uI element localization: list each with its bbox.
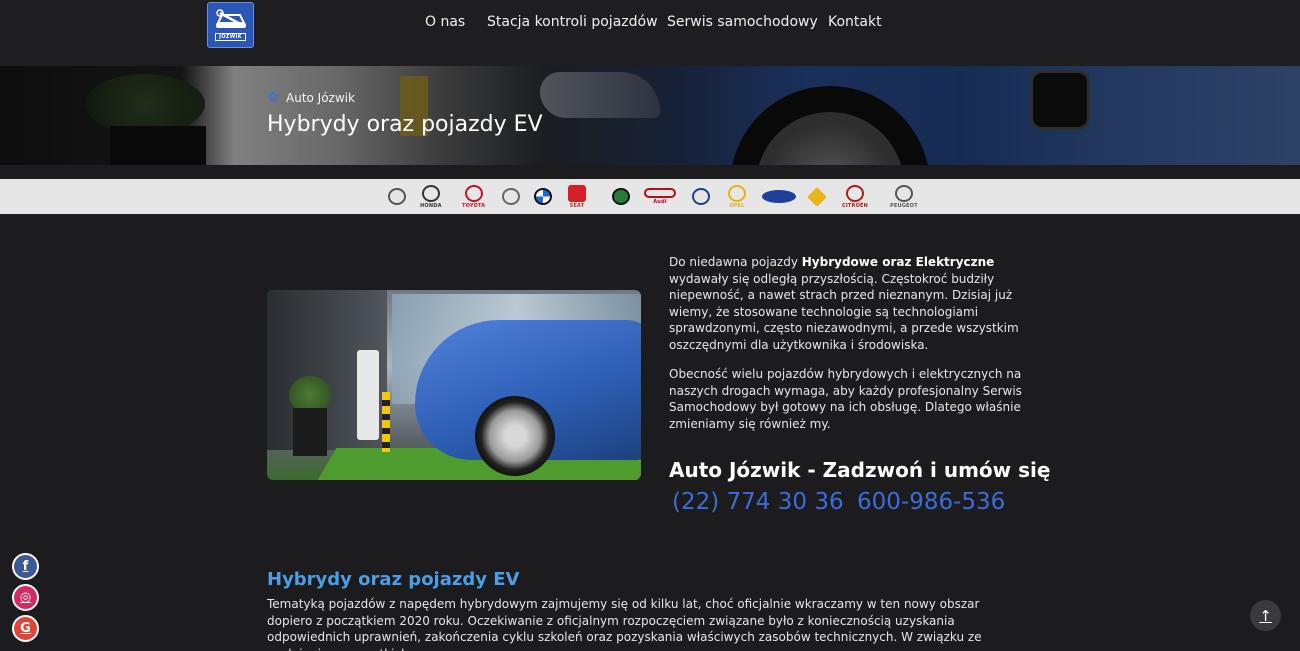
brand-logo-audi: Audi	[644, 184, 676, 209]
photo-bollard	[382, 392, 390, 452]
electric-car-charging-photo	[267, 290, 641, 480]
top-navigation-bar: JÓZWIK O nas Stacja kontroli pojazdów Se…	[0, 0, 1300, 66]
scroll-to-top-button[interactable]: ↑	[1250, 600, 1281, 631]
hero-overlay	[0, 66, 1300, 165]
brand-label: PEUGEOT	[890, 202, 918, 209]
instagram-glyph: ◎	[19, 590, 32, 605]
gear-icon: ✿	[268, 90, 279, 105]
nav-link-stacja-kontroli[interactable]: Stacja kontroli pojazdów	[487, 14, 658, 30]
brand-citroen-icon	[846, 184, 865, 202]
brand-label: TOYOTA	[462, 202, 486, 209]
intro-p1-bold: Hybrydowe oraz Elektryczne	[801, 255, 995, 269]
section-body-text: Tematyką pojazdów z napędem hybrydowym z…	[267, 597, 982, 651]
brand-mazda-icon	[388, 188, 406, 205]
phone-link-landline[interactable]: (22) 774 30 36	[672, 489, 844, 515]
brand-logo-honda: HONDA	[420, 184, 442, 209]
intro-p1-end: wydawały się odległą przyszłością. Częst…	[669, 271, 1019, 352]
brand-logo-seat: SEAT	[568, 184, 586, 209]
brand-opel-icon	[728, 184, 746, 202]
intro-p1-start: Do niedawna pojazdy	[669, 255, 802, 269]
brand-label: OPEL	[729, 202, 745, 209]
brand-logo-strip: HONDA TOYOTA SEAT Audi OPEL CITROËN PEUGEOT	[0, 179, 1300, 214]
section-title: Hybrydy oraz pojazdy EV	[267, 569, 520, 590]
brand-logo-citroen: CITROËN	[842, 184, 868, 209]
phone-link-mobile[interactable]: 600-986-536	[857, 489, 1005, 515]
brand-logo-skoda	[612, 184, 630, 209]
brand-renault-icon	[807, 186, 827, 207]
google-glyph: G	[20, 621, 31, 636]
brand-bmw-icon	[534, 188, 552, 205]
intro-paragraph-2: Obecność wielu pojazdów hybrydowych i el…	[669, 367, 1022, 431]
facebook-glyph: f	[22, 559, 29, 574]
facebook-icon[interactable]: f	[12, 553, 39, 580]
brand-volkswagen-icon	[692, 188, 710, 205]
photo-charging-station	[357, 350, 379, 440]
main-menu: O nas Stacja kontroli pojazdów Serwis sa…	[0, 14, 1300, 34]
nav-link-kontakt[interactable]: Kontakt	[828, 14, 882, 30]
brand-logo-ford	[762, 184, 796, 209]
breadcrumb-home[interactable]: Auto Józwik	[286, 91, 355, 105]
instagram-icon[interactable]: ◎	[12, 584, 39, 611]
breadcrumb: ✿ Auto Józwik	[268, 91, 355, 105]
brand-toyota-icon	[464, 184, 483, 202]
brand-logo-mercedes	[502, 184, 520, 209]
google-icon[interactable]: G	[12, 615, 39, 642]
logo-text: JÓZWIK	[215, 33, 246, 41]
brand-ford-icon	[762, 190, 796, 203]
brand-honda-icon	[421, 184, 440, 202]
brand-mercedes-icon	[502, 188, 520, 205]
brand-logo-renault	[807, 184, 827, 209]
arrow-up-icon: ↑	[1259, 606, 1272, 625]
brand-logo-opel: OPEL	[728, 184, 746, 209]
photo-pot	[293, 408, 327, 456]
page-title: Hybrydy oraz pojazdy EV	[267, 112, 543, 137]
brand-logo-bmw	[534, 184, 552, 209]
hero-banner	[0, 66, 1300, 165]
nav-link-serwis[interactable]: Serwis samochodowy	[667, 14, 818, 30]
nav-link-o-nas[interactable]: O nas	[425, 14, 465, 30]
brand-label: SEAT	[569, 202, 585, 209]
brand-logo-peugeot: PEUGEOT	[890, 184, 918, 209]
photo-wheel	[475, 396, 555, 476]
brand-audi-icon	[644, 188, 676, 198]
brand-logo-volkswagen	[692, 184, 710, 209]
brand-skoda-icon	[612, 188, 630, 205]
call-to-action-title: Auto Józwik - Zadzwoń i umów się	[669, 458, 1051, 482]
brand-label: CITROËN	[842, 202, 869, 209]
brand-logo-mazda	[388, 184, 406, 209]
brand-logo-toyota: TOYOTA	[462, 184, 485, 209]
brand-peugeot-icon	[894, 184, 913, 202]
brand-label: Audi	[653, 199, 667, 205]
brand-seat-icon	[568, 184, 586, 202]
intro-paragraph-1: Do niedawna pojazdy Hybrydowe oraz Elekt…	[669, 254, 1024, 353]
brand-label: HONDA	[420, 202, 442, 209]
intro-text: Do niedawna pojazdy Hybrydowe oraz Elekt…	[669, 254, 1024, 445]
